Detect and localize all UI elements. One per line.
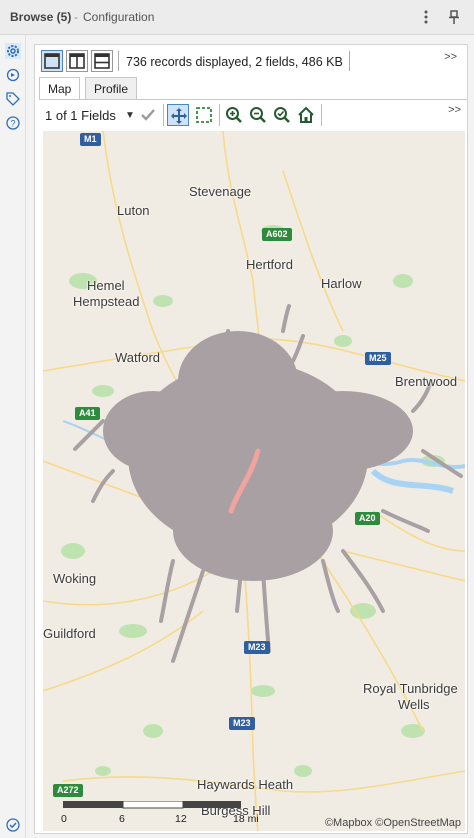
browse-window: Browse (5) - Configuration ? 736 records… (0, 0, 474, 838)
tag-icon[interactable] (5, 91, 21, 107)
window-subtitle: Configuration (83, 10, 155, 24)
chevron-down-icon[interactable]: ▼ (125, 110, 135, 121)
map-toolbar: 1 of 1 Fields ▼ >> (39, 99, 467, 129)
scale-label: 0 (61, 813, 67, 825)
map-place-label: Wells (398, 697, 430, 712)
road-shield: A602 (262, 228, 292, 241)
svg-text:?: ? (10, 119, 15, 129)
title-bar: Browse (5) - Configuration (0, 0, 474, 35)
zoom-in-icon[interactable] (223, 104, 245, 126)
road-shield: M1 (80, 133, 101, 146)
toolbar-divider (163, 104, 164, 126)
map-place-label: Haywards Heath (197, 777, 294, 792)
map-place-label: Stevenage (189, 184, 252, 199)
title-separator: - (74, 10, 78, 24)
map-place-label: Hertford (246, 257, 293, 272)
map-place-label: Royal Tunbridge (363, 681, 458, 696)
expand-toolbar-button[interactable]: >> (444, 51, 457, 63)
road-shield: M23 (244, 641, 270, 654)
window-title: Browse (5) (10, 10, 72, 24)
map-place-label: Hempstead (73, 294, 140, 309)
toolbar-divider (118, 51, 119, 71)
gear-icon[interactable] (5, 43, 21, 59)
road-shield: A20 (355, 512, 380, 525)
map-place-label: Woking (53, 571, 97, 586)
records-summary: 736 records displayed, 2 fields, 486 KB (126, 55, 343, 69)
split-vertical-button[interactable] (91, 50, 113, 72)
checkmark-circle-icon[interactable] (5, 817, 21, 833)
road-shield: A41 (75, 407, 100, 420)
zoom-out-icon[interactable] (247, 104, 269, 126)
toolbar-divider (321, 104, 322, 126)
scale-label: 18 mi (233, 813, 259, 825)
map-place-label: Luton (117, 203, 150, 218)
scale-label: 12 (175, 813, 187, 825)
fields-dropdown[interactable]: 1 of 1 Fields (45, 108, 116, 123)
scale-bar (63, 801, 241, 809)
road-shield: M25 (365, 352, 391, 365)
road-shield: M23 (229, 717, 255, 730)
toolbar-divider (219, 104, 220, 126)
kebab-icon[interactable] (418, 9, 434, 25)
select-region-icon[interactable] (193, 104, 215, 126)
map-place-label: Guildford (43, 626, 96, 641)
home-icon[interactable] (295, 104, 317, 126)
results-panel: 736 records displayed, 2 fields, 486 KB … (34, 44, 468, 834)
map-place-label: Harlow (321, 276, 362, 291)
map-place-label: Hemel (87, 278, 125, 293)
pan-icon[interactable] (167, 104, 189, 126)
zoom-to-selection-icon[interactable] (271, 104, 293, 126)
left-rail: ? (0, 35, 26, 838)
scale-label: 6 (119, 813, 125, 825)
toolbar-divider (349, 51, 350, 71)
single-view-button[interactable] (41, 50, 63, 72)
expand-map-toolbar-button[interactable]: >> (448, 104, 461, 116)
map-view[interactable]: Stevenage Luton Hertford Hemel Hempstead… (43, 131, 465, 831)
map-place-label: Brentwood (395, 374, 458, 389)
help-icon[interactable]: ? (5, 115, 21, 131)
map-attribution[interactable]: ©Mapbox ©OpenStreetMap (325, 817, 461, 829)
checkmark-icon[interactable] (137, 104, 159, 126)
tab-map[interactable]: Map (39, 77, 81, 100)
config-target-icon[interactable] (5, 67, 21, 83)
road-shield: A272 (53, 784, 83, 797)
tab-profile[interactable]: Profile (85, 77, 138, 99)
pin-icon[interactable] (446, 9, 462, 25)
split-horizontal-button[interactable] (66, 50, 88, 72)
map-place-label: Watford (115, 350, 161, 365)
